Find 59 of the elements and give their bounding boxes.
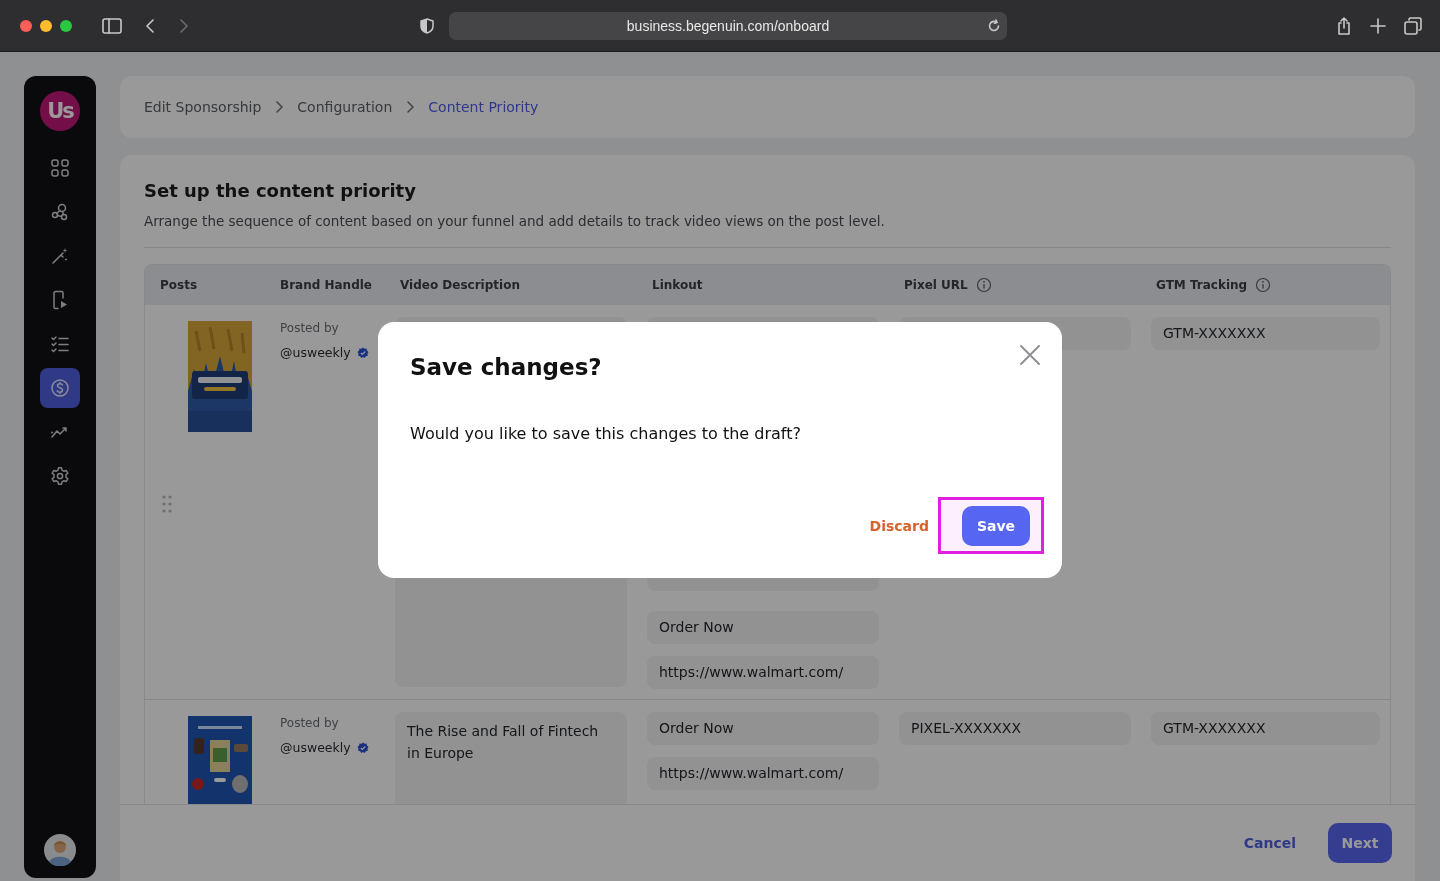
- url-text: business.begenuin.com/onboard: [626, 17, 830, 34]
- cancel-button[interactable]: Cancel: [1243, 835, 1296, 851]
- breadcrumb-link[interactable]: Content Priority: [428, 99, 539, 115]
- brand-handle[interactable]: @usweekly: [280, 345, 351, 360]
- brand-logo[interactable]: Us: [40, 91, 80, 131]
- link-label-field[interactable]: Order Now: [647, 712, 879, 745]
- sidebar-item[interactable]: [40, 368, 80, 408]
- posted-by-label: Posted by: [280, 321, 340, 335]
- dialog-title: Save changes?: [410, 354, 602, 380]
- chevron-right-icon: [406, 101, 415, 113]
- window-control-icon[interactable]: [60, 19, 72, 32]
- back-icon[interactable]: [144, 17, 156, 34]
- forward-icon[interactable]: [178, 17, 190, 34]
- sidebar-toggle-icon[interactable]: [102, 17, 122, 34]
- close-icon[interactable]: [1019, 344, 1041, 366]
- share-icon[interactable]: [1336, 16, 1352, 35]
- tabs-icon[interactable]: [1404, 16, 1422, 35]
- pixel-url-field[interactable]: PIXEL-XXXXXXX: [899, 712, 1131, 745]
- window-control-icon[interactable]: [40, 19, 52, 32]
- gtm-tracking-field[interactable]: GTM-XXXXXXX: [1151, 712, 1380, 745]
- chevron-right-icon: [275, 101, 284, 113]
- description-field[interactable]: The Rise and Fall of Fintech in Europe: [395, 712, 627, 804]
- discard-button[interactable]: Discard: [869, 517, 929, 534]
- link-url-field[interactable]: https://www.walmart.com/: [647, 656, 879, 689]
- section-description: Arrange the sequence of content based on your funnel and add details to track video views on the post level.: [144, 212, 886, 231]
- column-header: Brand Handle: [280, 278, 372, 292]
- breadcrumb-link[interactable]: Edit Sponsorship: [144, 99, 262, 115]
- grid-icon: [50, 158, 70, 178]
- next-button[interactable]: Next: [1328, 823, 1392, 863]
- gtm-tracking-field[interactable]: GTM-XXXXXXX: [1151, 317, 1380, 350]
- column-header: Posts: [160, 278, 198, 292]
- posted-by-label: Posted by: [280, 716, 340, 730]
- dialog-message: Would you like to save this changes to the draft?: [410, 424, 802, 443]
- column-header: Linkout: [652, 278, 703, 292]
- link-label-field[interactable]: Order Now: [647, 611, 879, 644]
- info-icon[interactable]: [1255, 277, 1272, 293]
- window-control-icon[interactable]: [20, 19, 32, 32]
- address-bar[interactable]: business.begenuin.com/onboard: [449, 11, 1007, 40]
- settings-icon: [50, 466, 70, 486]
- section-title: Set up the content priority: [144, 179, 417, 203]
- drag-handle-icon[interactable]: [162, 495, 172, 513]
- checklist-icon: [50, 334, 70, 354]
- new-tab-icon[interactable]: [1370, 17, 1386, 34]
- link-url-field[interactable]: https://www.walmart.com/: [647, 757, 879, 790]
- verified-badge-icon: [356, 741, 369, 754]
- dollar-icon: [50, 378, 70, 398]
- verified-badge-icon: [356, 346, 369, 359]
- reload-icon[interactable]: [987, 18, 1001, 33]
- column-header: Video Description: [400, 278, 520, 292]
- column-header: GTM Tracking: [1156, 278, 1248, 292]
- save-button[interactable]: Save: [962, 506, 1030, 546]
- avatar[interactable]: [44, 834, 76, 866]
- shield-icon[interactable]: [420, 17, 434, 34]
- breadcrumb-link[interactable]: Configuration: [297, 99, 393, 115]
- nodes-icon: [50, 202, 70, 222]
- phone-play-icon: [50, 290, 70, 310]
- brand-handle[interactable]: @usweekly: [280, 740, 351, 755]
- column-header: Pixel URL: [904, 278, 968, 292]
- info-icon[interactable]: [975, 277, 992, 293]
